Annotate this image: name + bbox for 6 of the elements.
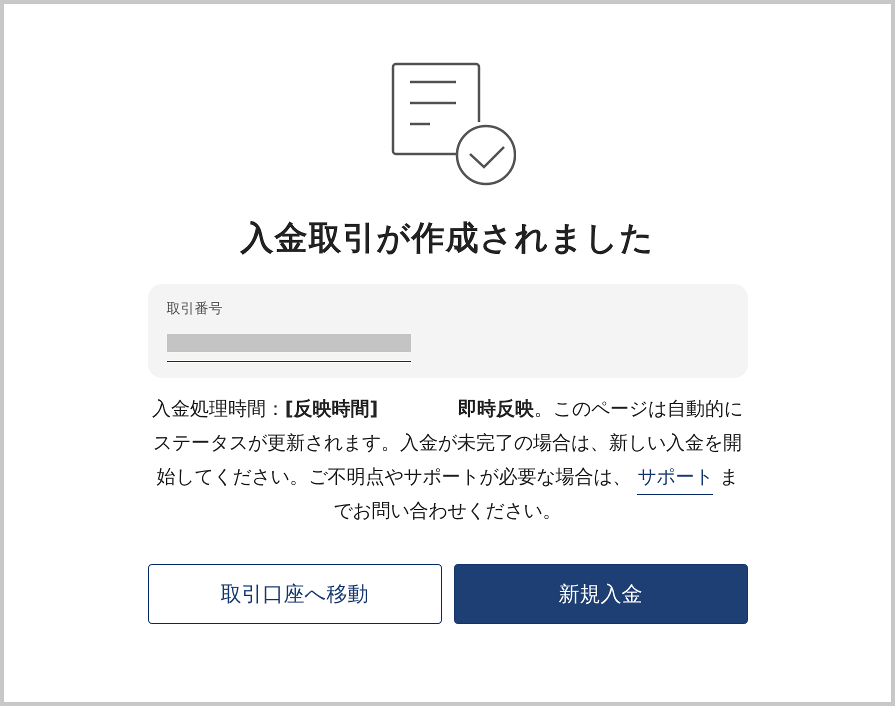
success-title: 入金取引が作成されました <box>240 217 654 259</box>
transaction-label: 取引番号 <box>166 300 222 318</box>
trading-account-button[interactable]: 取引口座へ移動 <box>148 564 442 624</box>
notice-text: 入金処理時間：[反映時間] 即時反映。このページは自動的にステータスが更新されます。入金が未完了の場合は、新しい入金を開始してください。ご不明点やサポートが必要な場合は、 サポート までお問い合わせください。 <box>150 397 744 524</box>
support-link[interactable]: サポート <box>637 466 714 495</box>
new-deposit-button[interactable]: 新規入金 <box>454 564 748 624</box>
